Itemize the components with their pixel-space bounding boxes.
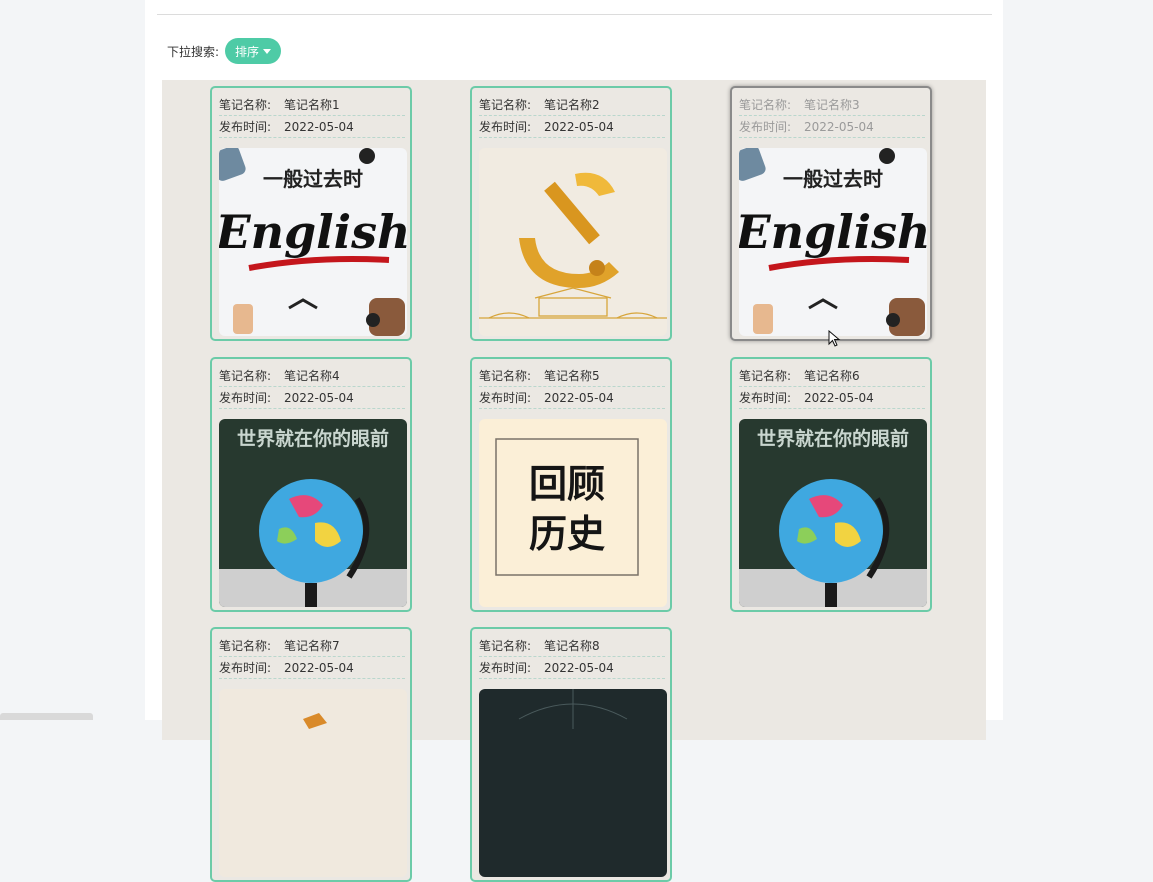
note-card[interactable]: 笔记名称: 笔记名称6 发布时间: 2022-05-04 世界就在你的眼前 xyxy=(730,357,932,612)
note-name-label: 笔记名称: xyxy=(739,369,792,383)
note-thumbnail[interactable] xyxy=(219,689,407,877)
note-date-label: 发布时间: xyxy=(219,661,272,675)
note-date: 2022-05-04 xyxy=(284,660,354,675)
note-date-row: 发布时间: 2022-05-04 xyxy=(739,387,925,409)
poster-line-1: 回顾 xyxy=(529,462,605,506)
search-bar: 下拉搜索: 排序 xyxy=(167,38,282,64)
note-name-row: 笔记名称: 笔记名称5 xyxy=(479,365,665,387)
note-date-row: 发布时间: 2022-05-04 xyxy=(479,657,665,679)
note-name: 笔记名称5 xyxy=(544,369,600,383)
poster-word: English xyxy=(739,205,927,259)
note-date: 2022-05-04 xyxy=(544,119,614,134)
note-thumbnail[interactable]: 回顾 历史 xyxy=(479,419,667,607)
search-label: 下拉搜索: xyxy=(167,44,220,59)
note-card[interactable]: 笔记名称: 笔记名称8 发布时间: 2022-05-04 xyxy=(470,627,672,882)
note-date-row: 发布时间: 2022-05-04 xyxy=(219,657,405,679)
note-name: 笔记名称1 xyxy=(284,98,340,112)
sort-dropdown-button[interactable]: 排序 xyxy=(225,38,282,64)
note-name: 笔记名称2 xyxy=(544,98,600,112)
note-thumbnail[interactable]: 一般过去时 English xyxy=(739,148,927,336)
note-date: 2022-05-04 xyxy=(804,119,874,134)
note-name-label: 笔记名称: xyxy=(479,369,532,383)
note-date-label: 发布时间: xyxy=(479,120,532,134)
note-card[interactable]: 笔记名称: 笔记名称7 发布时间: 2022-05-04 xyxy=(210,627,412,882)
note-name-row: 笔记名称: 笔记名称8 xyxy=(479,635,665,657)
main-content-panel: 下拉搜索: 排序 笔记名称: 笔记名称1 发布时间: 2022-05-04 一般过去… xyxy=(145,0,1003,882)
note-name: 笔记名称8 xyxy=(544,639,600,653)
note-name-row: 笔记名称: 笔记名称3 xyxy=(739,94,925,116)
mouse-cursor-icon xyxy=(828,330,841,347)
note-name-label: 笔记名称: xyxy=(479,98,532,112)
poster-title: 世界就在你的眼前 xyxy=(757,427,909,450)
note-card[interactable]: 笔记名称: 笔记名称2 发布时间: 2022-05-04 xyxy=(470,86,672,341)
note-name-label: 笔记名称: xyxy=(479,639,532,653)
note-thumbnail[interactable]: 一般过去时 English xyxy=(219,148,407,336)
poster-line-2: 历史 xyxy=(529,512,605,556)
note-name-label: 笔记名称: xyxy=(219,98,272,112)
top-divider xyxy=(157,14,992,15)
note-name: 笔记名称7 xyxy=(284,639,340,653)
poster-title: 一般过去时 xyxy=(263,167,363,191)
note-card[interactable]: 笔记名称: 笔记名称1 发布时间: 2022-05-04 一般过去时 English xyxy=(210,86,412,341)
note-name: 笔记名称3 xyxy=(804,98,860,112)
note-date: 2022-05-04 xyxy=(544,660,614,675)
note-name-row: 笔记名称: 笔记名称6 xyxy=(739,365,925,387)
note-card[interactable]: 笔记名称: 笔记名称3 发布时间: 2022-05-04 一般过去时 English xyxy=(730,86,932,341)
note-date: 2022-05-04 xyxy=(804,390,874,405)
note-date-label: 发布时间: xyxy=(219,120,272,134)
note-date-label: 发布时间: xyxy=(219,391,272,405)
note-name-row: 笔记名称: 笔记名称7 xyxy=(219,635,405,657)
note-name-label: 笔记名称: xyxy=(219,639,272,653)
note-card[interactable]: 笔记名称: 笔记名称5 发布时间: 2022-05-04 回顾 历史 xyxy=(470,357,672,612)
note-name-row: 笔记名称: 笔记名称1 xyxy=(219,94,405,116)
note-name-label: 笔记名称: xyxy=(739,98,792,112)
caret-down-icon xyxy=(263,48,272,54)
note-date: 2022-05-04 xyxy=(544,390,614,405)
poster-title: 世界就在你的眼前 xyxy=(237,427,389,450)
note-date-label: 发布时间: xyxy=(739,391,792,405)
note-name-row: 笔记名称: 笔记名称2 xyxy=(479,94,665,116)
note-name-label: 笔记名称: xyxy=(219,369,272,383)
note-name: 笔记名称4 xyxy=(284,369,340,383)
sort-button-label: 排序 xyxy=(235,44,260,59)
note-date-row: 发布时间: 2022-05-04 xyxy=(219,387,405,409)
note-date-label: 发布时间: xyxy=(739,120,792,134)
note-date: 2022-05-04 xyxy=(284,390,354,405)
note-thumbnail[interactable]: 世界就在你的眼前 xyxy=(739,419,927,607)
note-thumbnail[interactable]: 世界就在你的眼前 xyxy=(219,419,407,607)
bottom-left-tooltip xyxy=(0,713,93,720)
notes-grid: 笔记名称: 笔记名称1 发布时间: 2022-05-04 一般过去时 English xyxy=(162,80,986,882)
poster-title: 一般过去时 xyxy=(783,167,883,191)
poster-word: English xyxy=(219,205,407,259)
note-date-row: 发布时间: 2022-05-04 xyxy=(219,116,405,138)
note-card[interactable]: 笔记名称: 笔记名称4 发布时间: 2022-05-04 世界就在你的眼前 xyxy=(210,357,412,612)
note-date-row: 发布时间: 2022-05-04 xyxy=(479,116,665,138)
note-date-row: 发布时间: 2022-05-04 xyxy=(479,387,665,409)
note-date-label: 发布时间: xyxy=(479,661,532,675)
note-date-label: 发布时间: xyxy=(479,391,532,405)
note-name-row: 笔记名称: 笔记名称4 xyxy=(219,365,405,387)
note-date: 2022-05-04 xyxy=(284,119,354,134)
note-thumbnail[interactable] xyxy=(479,689,667,877)
note-thumbnail[interactable] xyxy=(479,148,667,336)
note-date-row: 发布时间: 2022-05-04 xyxy=(739,116,925,138)
note-name: 笔记名称6 xyxy=(804,369,860,383)
